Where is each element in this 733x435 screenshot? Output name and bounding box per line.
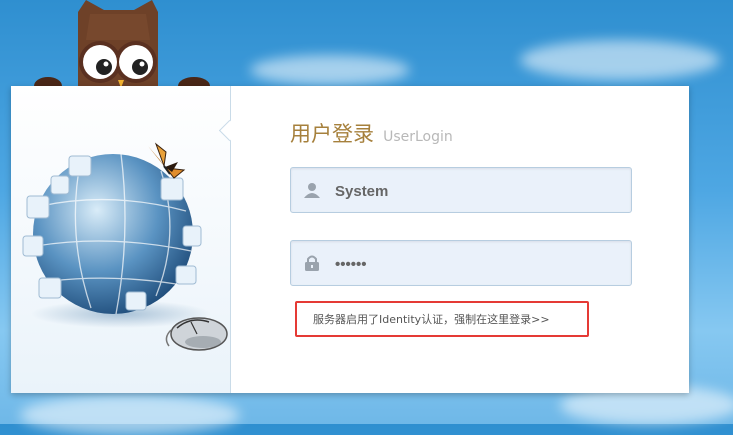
cloud: [250, 55, 410, 85]
title-chinese: 用户登录: [290, 122, 374, 146]
illustration-panel: [11, 86, 231, 393]
password-input[interactable]: [333, 241, 617, 287]
page-title: 用户登录 UserLogin: [290, 118, 453, 148]
username-input[interactable]: [333, 168, 617, 214]
title-english: UserLogin: [383, 129, 453, 145]
password-field[interactable]: [290, 240, 632, 287]
butterfly-icon: [148, 142, 186, 179]
cloud: [520, 40, 720, 80]
identity-login-link[interactable]: 服务器启用了Identity认证，强制在这里登录>>: [313, 311, 550, 327]
username-field[interactable]: [290, 167, 632, 214]
login-card: 用户登录 UserLogin 服务器启用了Identity认证，强制在这里登录>…: [11, 86, 689, 393]
identity-login-notice: 服务器启用了Identity认证，强制在这里登录>>: [295, 301, 589, 337]
lock-icon: [305, 255, 319, 271]
owl-icon: [34, 0, 210, 95]
cloud: [20, 395, 240, 435]
user-icon: [304, 183, 320, 198]
mouse-icon: [165, 317, 228, 351]
